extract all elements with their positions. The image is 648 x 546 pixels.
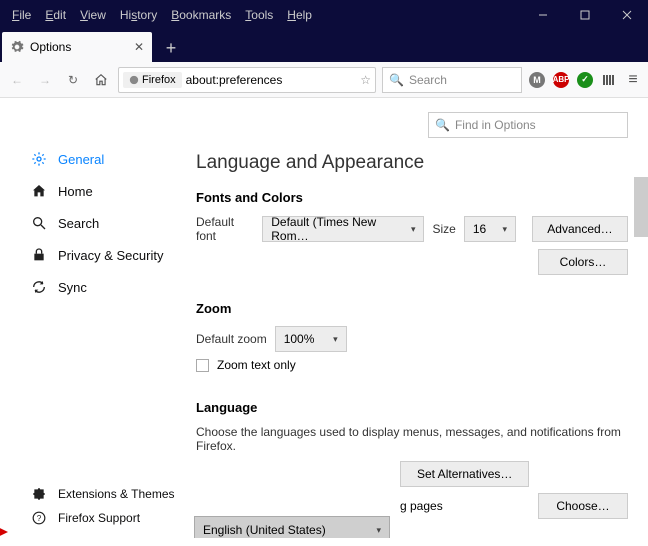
- toolbar-icon-check[interactable]: ✓: [576, 71, 594, 89]
- maximize-button[interactable]: [564, 0, 606, 30]
- toolbar-icon-library[interactable]: [600, 71, 618, 89]
- svg-text:?: ?: [37, 514, 42, 523]
- sidebar-item-home[interactable]: Home: [24, 175, 180, 207]
- gear-icon: [10, 40, 24, 54]
- sidebar: General Home Search Privacy & Security S…: [0, 98, 180, 538]
- set-alternatives-button[interactable]: Set Alternatives…: [400, 461, 529, 487]
- chevron-down-icon: ▾: [333, 334, 338, 345]
- sidebar-item-support[interactable]: ? Firefox Support: [24, 506, 181, 530]
- default-font-select[interactable]: Default (Times New Rom…▾: [262, 216, 424, 242]
- menu-history[interactable]: History: [114, 4, 163, 26]
- page-title: Language and Appearance: [196, 152, 628, 174]
- menu-help[interactable]: Help: [281, 4, 318, 26]
- menu-edit[interactable]: Edit: [39, 4, 72, 26]
- zoom-text-only-label: Zoom text only: [217, 358, 296, 372]
- reload-button[interactable]: ↻: [62, 69, 84, 91]
- default-zoom-label: Default zoom: [196, 332, 267, 346]
- menu-bar: File Edit View History Bookmarks Tools H…: [0, 4, 318, 26]
- chevron-down-icon: ▾: [411, 224, 416, 235]
- font-size-select[interactable]: 16▾: [464, 216, 516, 242]
- tab-title: Options: [30, 40, 134, 54]
- close-button[interactable]: [606, 0, 648, 30]
- hamburger-menu-button[interactable]: ≡: [624, 71, 642, 89]
- menu-file[interactable]: File: [6, 4, 37, 26]
- tab-options[interactable]: Options ✕: [2, 32, 152, 62]
- url-text: about:preferences: [186, 73, 361, 87]
- sidebar-item-extensions[interactable]: Extensions & Themes: [24, 482, 181, 506]
- question-icon: ?: [30, 511, 48, 525]
- puzzle-icon: [30, 487, 48, 501]
- find-in-options-input[interactable]: 🔍 Find in Options: [428, 112, 628, 138]
- default-zoom-select[interactable]: 100%▾: [275, 326, 347, 352]
- search-icon: 🔍: [389, 73, 404, 87]
- search-icon: 🔍: [435, 118, 450, 132]
- home-button[interactable]: [90, 69, 112, 91]
- advanced-fonts-button[interactable]: Advanced…: [532, 216, 628, 242]
- new-tab-button[interactable]: +: [156, 34, 186, 62]
- sync-icon: [30, 279, 48, 295]
- sidebar-item-search[interactable]: Search: [24, 207, 180, 239]
- identity-box[interactable]: Firefox: [123, 72, 182, 88]
- main-panel: 🔍 Find in Options Language and Appearanc…: [180, 98, 648, 538]
- gear-icon: [30, 151, 48, 167]
- minimize-button[interactable]: [522, 0, 564, 30]
- toolbar-icon-m[interactable]: M: [528, 71, 546, 89]
- language-select-open[interactable]: English (United States)▾ English (United…: [194, 516, 390, 538]
- search-bar[interactable]: 🔍 Search: [382, 67, 522, 93]
- scrollbar-thumb[interactable]: [634, 177, 648, 237]
- pages-text-fragment: g pages: [400, 499, 443, 513]
- zoom-text-only-checkbox[interactable]: [196, 359, 209, 372]
- forward-button[interactable]: →: [34, 69, 56, 91]
- url-bar[interactable]: Firefox about:preferences ☆: [118, 67, 376, 93]
- sidebar-item-sync[interactable]: Sync: [24, 271, 180, 303]
- bookmark-star-icon[interactable]: ☆: [360, 73, 371, 87]
- language-select-current[interactable]: English (United States)▾: [195, 517, 389, 538]
- fonts-heading: Fonts and Colors: [196, 190, 628, 205]
- toolbar-icon-abp[interactable]: ABP: [552, 71, 570, 89]
- home-icon: [30, 183, 48, 199]
- lock-icon: [30, 247, 48, 263]
- chevron-down-icon: ▾: [376, 525, 381, 536]
- back-button[interactable]: ←: [6, 69, 28, 91]
- chevron-down-icon: ▾: [502, 224, 507, 235]
- default-font-label: Default font: [196, 215, 254, 243]
- colors-button[interactable]: Colors…: [538, 249, 628, 275]
- size-label: Size: [432, 222, 455, 236]
- sidebar-item-privacy[interactable]: Privacy & Security: [24, 239, 180, 271]
- tab-bar: Options ✕ +: [0, 30, 648, 62]
- search-icon: [30, 215, 48, 231]
- tab-close-icon[interactable]: ✕: [134, 40, 144, 54]
- choose-languages-button[interactable]: Choose…: [538, 493, 628, 519]
- menu-tools[interactable]: Tools: [239, 4, 279, 26]
- language-description: Choose the languages used to display men…: [196, 425, 628, 453]
- language-heading: Language: [196, 400, 628, 415]
- sidebar-item-general[interactable]: General: [24, 143, 180, 175]
- menu-bookmarks[interactable]: Bookmarks: [165, 4, 237, 26]
- nav-bar: ← → ↻ Firefox about:preferences ☆ 🔍 Sear…: [0, 62, 648, 98]
- zoom-heading: Zoom: [196, 301, 628, 316]
- title-bar: File Edit View History Bookmarks Tools H…: [0, 0, 648, 30]
- menu-view[interactable]: View: [74, 4, 112, 26]
